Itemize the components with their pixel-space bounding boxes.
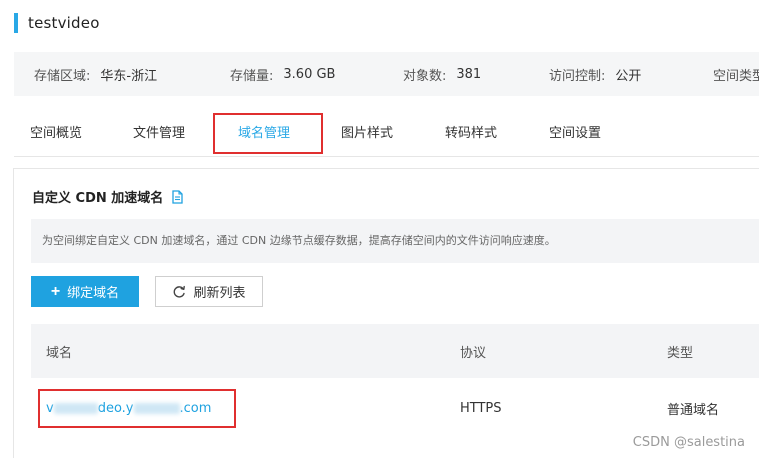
column-header-protocol: 协议 (460, 345, 487, 361)
tab-transcode-styles[interactable]: 转码样式 (445, 112, 497, 156)
objects-value: 381 (456, 66, 482, 82)
storage-value: 3.60 GB (283, 66, 336, 82)
refresh-icon (172, 285, 186, 299)
type-cell: 普通域名 (667, 402, 720, 418)
tab-domains[interactable]: 域名管理 (238, 112, 290, 156)
column-header-type: 类型 (667, 345, 694, 361)
objects-label: 对象数: (403, 68, 447, 84)
tab-files[interactable]: 文件管理 (133, 112, 185, 156)
cdn-domain-panel: 自定义 CDN 加速域名 为空间绑定自定义 CDN 加速域名，通过 CDN 边缘… (13, 168, 759, 458)
region-label: 存储区域: (34, 68, 91, 84)
bind-domain-button[interactable]: + 绑定域名 (31, 276, 139, 307)
redacted-part (53, 402, 98, 414)
table-row: v deo.y .com HTTPS 普通域名 (31, 378, 759, 438)
domain-text-end: .com (179, 400, 212, 416)
domain-text-start: v (46, 400, 54, 416)
region-value: 华东-浙江 (100, 68, 158, 84)
bucket-info-bar: 存储区域: 华东-浙江 存储量: 3.60 GB 对象数: 381 访问控制: … (14, 52, 759, 96)
domain-link[interactable]: v deo.y .com (46, 401, 211, 416)
column-header-domain: 域名 (46, 345, 73, 361)
objects-info: 对象数: 381 (403, 52, 481, 96)
page-title-bar: testvideo (14, 13, 100, 33)
tab-overview[interactable]: 空间概览 (30, 112, 82, 156)
tab-settings[interactable]: 空间设置 (549, 112, 601, 156)
bucket-type-label: 空间类型 (713, 68, 759, 84)
bucket-tabs: 空间概览 文件管理 域名管理 图片样式 转码样式 空间设置 (14, 112, 759, 157)
domain-cell: v deo.y .com (46, 378, 211, 438)
storage-label: 存储量: (230, 68, 274, 84)
access-value: 公开 (615, 68, 642, 84)
bucket-domain-page: testvideo 存储区域: 华东-浙江 存储量: 3.60 GB 对象数: … (0, 0, 759, 458)
tab-image-styles[interactable]: 图片样式 (341, 112, 393, 156)
storage-info: 存储量: 3.60 GB (230, 52, 335, 96)
cdn-notice: 为空间绑定自定义 CDN 加速域名，通过 CDN 边缘节点缓存数据，提高存储空间… (31, 219, 759, 263)
refresh-list-label: 刷新列表 (193, 285, 246, 300)
redacted-part (133, 402, 180, 414)
domain-text-mid: deo.y (97, 400, 134, 416)
protocol-cell: HTTPS (460, 400, 502, 416)
watermark: CSDN @salestina (632, 435, 745, 450)
title-accent-bar (14, 13, 18, 33)
page-title: testvideo (28, 14, 100, 32)
access-label: 访问控制: (549, 68, 606, 84)
access-info: 访问控制: 公开 (549, 52, 641, 96)
bucket-type-info: 空间类型 (713, 52, 759, 96)
domain-table-header: 域名 协议 类型 (31, 324, 759, 378)
plus-icon: + (50, 282, 61, 300)
cdn-section-title: 自定义 CDN 加速域名 (32, 187, 184, 206)
cdn-section-title-text: 自定义 CDN 加速域名 (32, 191, 164, 206)
refresh-list-button[interactable]: 刷新列表 (155, 276, 263, 307)
region-info: 存储区域: 华东-浙江 (34, 52, 157, 96)
doc-icon[interactable] (171, 189, 184, 204)
bind-domain-label: 绑定域名 (67, 285, 120, 300)
